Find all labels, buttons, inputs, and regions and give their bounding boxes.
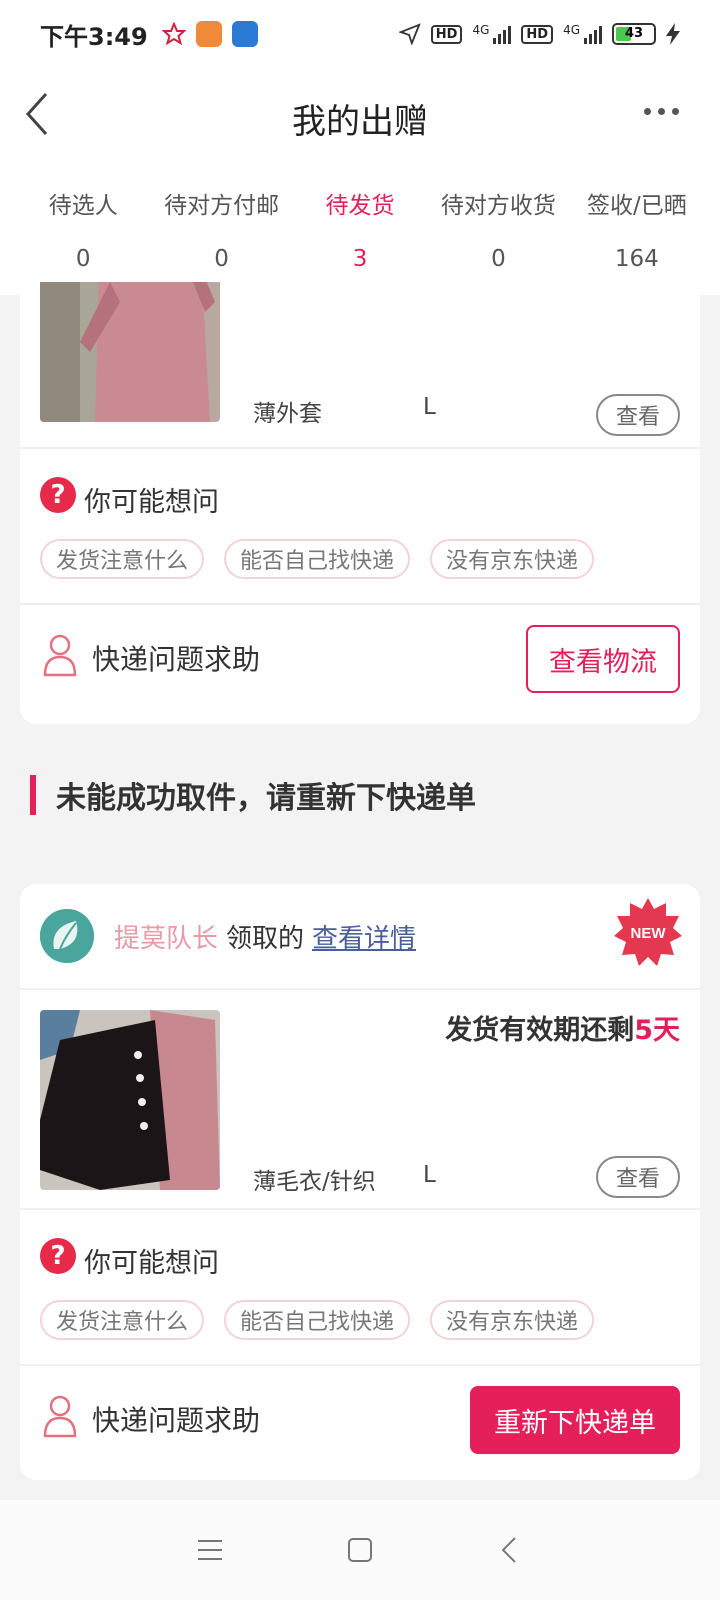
- status-right-icons: HD 4G HD 4G 43: [398, 23, 680, 45]
- page-title: 我的出赠: [292, 101, 428, 142]
- status-tabs: 待选人 0 待对方付邮 0 待发货 3 待对方收货 0 签收/已晒 164: [0, 168, 720, 295]
- person-icon: [43, 1395, 77, 1438]
- faq-chip[interactable]: 没有京东快递: [430, 539, 595, 579]
- status-time: 下午3:49: [40, 22, 148, 51]
- tab-label: 签收/已晒: [586, 193, 687, 219]
- menu-icon[interactable]: [190, 1530, 230, 1570]
- gift-card-1: 薄外套 L 查看 ? 你可能想问 发货注意什么 能否自己找快递 没有京东快递 快…: [20, 282, 700, 724]
- product-image[interactable]: [40, 1010, 220, 1190]
- view-button[interactable]: 查看: [596, 1156, 680, 1198]
- avatar[interactable]: [40, 909, 94, 963]
- tab-pending-selection[interactable]: 待选人 0: [14, 168, 152, 295]
- person-icon: [43, 634, 77, 677]
- faq-chip[interactable]: 发货注意什么: [40, 539, 205, 579]
- courier-help-link[interactable]: 快递问题求助: [92, 1399, 260, 1439]
- faq-chip[interactable]: 能否自己找快递: [224, 539, 411, 579]
- courier-help-row: 快递问题求助 重新下快递单: [20, 1366, 700, 1474]
- view-logistics-button[interactable]: 查看物流: [526, 625, 680, 693]
- battery-level: 43: [624, 26, 644, 41]
- faq-chip[interactable]: 发货注意什么: [40, 1300, 205, 1340]
- product-row: 薄外套 L 查看: [20, 282, 700, 447]
- tab-label: 待对方收货: [440, 193, 556, 219]
- signal-icon: [493, 24, 512, 44]
- section-marker: [30, 775, 36, 815]
- network-type-2: 4G: [563, 23, 580, 37]
- courier-help-row: 快递问题求助 查看物流: [20, 605, 700, 713]
- charging-icon: [666, 23, 680, 45]
- claimer-verb: 领取的: [226, 924, 305, 954]
- deadline-days: 5天: [634, 1015, 680, 1046]
- faq-chips: 发货注意什么 能否自己找快递 没有京东快递: [40, 1300, 595, 1340]
- back-arrow-icon[interactable]: [16, 82, 56, 142]
- signal-icon-2: [584, 24, 602, 44]
- product-size: L: [423, 1162, 436, 1188]
- location-icon: [398, 23, 421, 45]
- tab-count: 0: [214, 246, 229, 272]
- tab-count: 3: [352, 246, 368, 272]
- app-notification-icon: [195, 21, 222, 47]
- hd-badge: HD: [430, 24, 463, 44]
- claimer-line: 提莫队长 领取的 查看详情: [114, 918, 416, 955]
- product-size: L: [423, 394, 436, 420]
- section-heading: 未能成功取件，请重新下快递单: [30, 774, 476, 816]
- question-icon: ?: [40, 1238, 76, 1274]
- new-badge-icon: NEW: [614, 898, 682, 966]
- faq-section: ? 你可能想问 发货注意什么 能否自己找快递 没有京东快递: [20, 1210, 700, 1364]
- network-type: 4G: [472, 23, 490, 37]
- faq-title: 你可能想问: [84, 1248, 219, 1279]
- product-image[interactable]: [40, 282, 220, 422]
- shipping-deadline: 发货有效期还剩5天: [445, 1008, 680, 1047]
- battery-icon: 43: [612, 23, 656, 45]
- faq-chip[interactable]: 能否自己找快递: [224, 1300, 411, 1340]
- hd-badge-2: HD: [521, 24, 554, 44]
- faq-section: ? 你可能想问 发货注意什么 能否自己找快递 没有京东快递: [20, 449, 700, 603]
- tab-label: 待对方付邮: [164, 193, 280, 219]
- product-type: 薄外套: [253, 401, 322, 427]
- claimer-name[interactable]: 提莫队长: [114, 924, 218, 954]
- faq-chips: 发货注意什么 能否自己找快递 没有京东快递: [40, 539, 595, 579]
- tab-label: 待选人: [48, 193, 118, 219]
- question-icon: ?: [40, 477, 76, 513]
- tab-pending-postage[interactable]: 待对方付邮 0: [152, 168, 290, 295]
- tab-count: 0: [75, 246, 91, 272]
- section-heading-text: 未能成功取件，请重新下快递单: [56, 781, 476, 816]
- faq-title: 你可能想问: [84, 487, 219, 518]
- tab-count: 164: [614, 246, 659, 272]
- faq-chip[interactable]: 没有京东快递: [430, 1300, 595, 1340]
- tab-label: 待发货: [325, 193, 395, 219]
- status-notification-icons: [161, 21, 258, 47]
- home-icon[interactable]: [340, 1530, 380, 1570]
- system-nav-bar: [0, 1500, 720, 1600]
- view-details-link[interactable]: 查看详情: [312, 924, 416, 954]
- app-header: 我的出赠: [0, 68, 720, 168]
- view-button[interactable]: 查看: [596, 394, 680, 436]
- status-bar: 下午3:49 HD 4G HD 4G 43: [0, 0, 720, 68]
- new-badge-text: NEW: [631, 925, 667, 942]
- product-row: 发货有效期还剩5天 薄毛衣/针织 L 查看: [20, 990, 700, 1208]
- app-notification-icon-2: [231, 21, 258, 47]
- tab-pending-shipment[interactable]: 待发货 3: [291, 168, 429, 295]
- gift-card-2: 提莫队长领取的查看详情 NEW 发货有效期还剩5天 薄毛衣/针织 L 查看: [20, 884, 700, 1480]
- product-type: 薄毛衣/针织: [253, 1169, 376, 1195]
- reorder-courier-button[interactable]: 重新下快递单: [470, 1386, 680, 1454]
- tab-count: 0: [491, 246, 506, 272]
- star-icon: [161, 22, 186, 46]
- more-options-icon[interactable]: [644, 96, 692, 126]
- claimer-row: 提莫队长 领取的 查看详情 NEW: [20, 884, 700, 988]
- deadline-prefix: 发货有效期还剩: [445, 1015, 635, 1046]
- tab-pending-receipt[interactable]: 待对方收货 0: [429, 168, 567, 295]
- back-icon[interactable]: [490, 1530, 530, 1570]
- courier-help-link[interactable]: 快递问题求助: [92, 638, 260, 678]
- tab-received-shared[interactable]: 签收/已晒 164: [568, 168, 706, 295]
